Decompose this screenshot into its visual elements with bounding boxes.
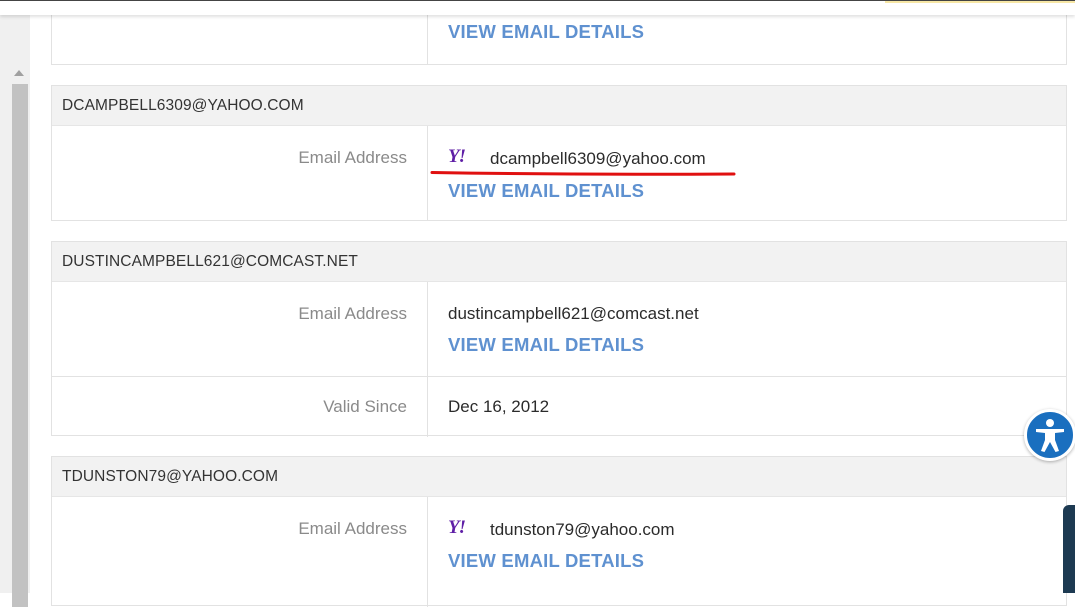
scrollbar-thumb[interactable] xyxy=(12,84,28,607)
view-email-details-link[interactable]: VIEW EMAIL DETAILS xyxy=(448,550,644,572)
card-header: DUSTINCAMPBELL621@COMCAST.NET xyxy=(52,242,1066,282)
side-widget-tab[interactable] xyxy=(1063,505,1075,593)
value-column: Y! tdunston79@yahoo.com VIEW EMAIL DETAI… xyxy=(448,497,1066,607)
email-address-label: Email Address xyxy=(298,148,407,167)
scrollbar[interactable] xyxy=(0,14,30,607)
email-value: tdunston79@yahoo.com xyxy=(490,520,675,539)
email-card: DUSTINCAMPBELL621@COMCAST.NET Email Addr… xyxy=(51,241,1067,437)
browser-top-bar xyxy=(0,0,1075,15)
email-card: TDUNSTON79@YAHOO.COM Email Address Y! td… xyxy=(51,456,1067,607)
top-accent xyxy=(885,1,1075,3)
email-row: Email Address Y! tdunston79@yahoo.com VI… xyxy=(52,497,1066,607)
red-underline-annotation xyxy=(430,171,736,176)
valid-since-value: Dec 16, 2012 xyxy=(448,397,550,416)
valid-since-row: Valid Since Dec 16, 2012 xyxy=(52,377,1066,437)
email-address-label: Email Address xyxy=(298,519,407,538)
value-column: Dec 16, 2012 xyxy=(448,377,1066,437)
view-email-details-link[interactable]: VIEW EMAIL DETAILS xyxy=(448,334,644,356)
email-row: Email Address dustincampbell621@comcast.… xyxy=(52,282,1066,377)
label-column: Email Address xyxy=(52,282,428,376)
card-header: TDUNSTON79@YAHOO.COM xyxy=(52,457,1066,497)
valid-since-label: Valid Since xyxy=(323,397,407,416)
email-value: dustincampbell621@comcast.net xyxy=(448,304,699,323)
email-address-label: Email Address xyxy=(298,304,407,323)
yahoo-icon: Y! xyxy=(448,517,466,538)
yahoo-icon: Y! xyxy=(448,146,466,167)
accessibility-button[interactable] xyxy=(1024,409,1075,461)
scroll-up-arrow-icon[interactable] xyxy=(14,70,24,76)
card-header: DCAMPBELL6309@YAHOO.COM xyxy=(52,86,1066,126)
label-column: Email Address xyxy=(52,126,428,221)
accessibility-icon xyxy=(1036,419,1064,452)
email-value: dcampbell6309@yahoo.com xyxy=(490,149,706,168)
view-email-details-link[interactable]: VIEW EMAIL DETAILS xyxy=(448,180,644,202)
view-email-details-link[interactable]: VIEW EMAIL DETAILS xyxy=(448,21,644,43)
label-column: Valid Since xyxy=(52,377,428,437)
value-column: dustincampbell621@comcast.net VIEW EMAIL… xyxy=(448,282,1066,376)
email-card: DCAMPBELL6309@YAHOO.COM Email Address Y!… xyxy=(51,85,1067,221)
label-column: Email Address xyxy=(52,497,428,607)
